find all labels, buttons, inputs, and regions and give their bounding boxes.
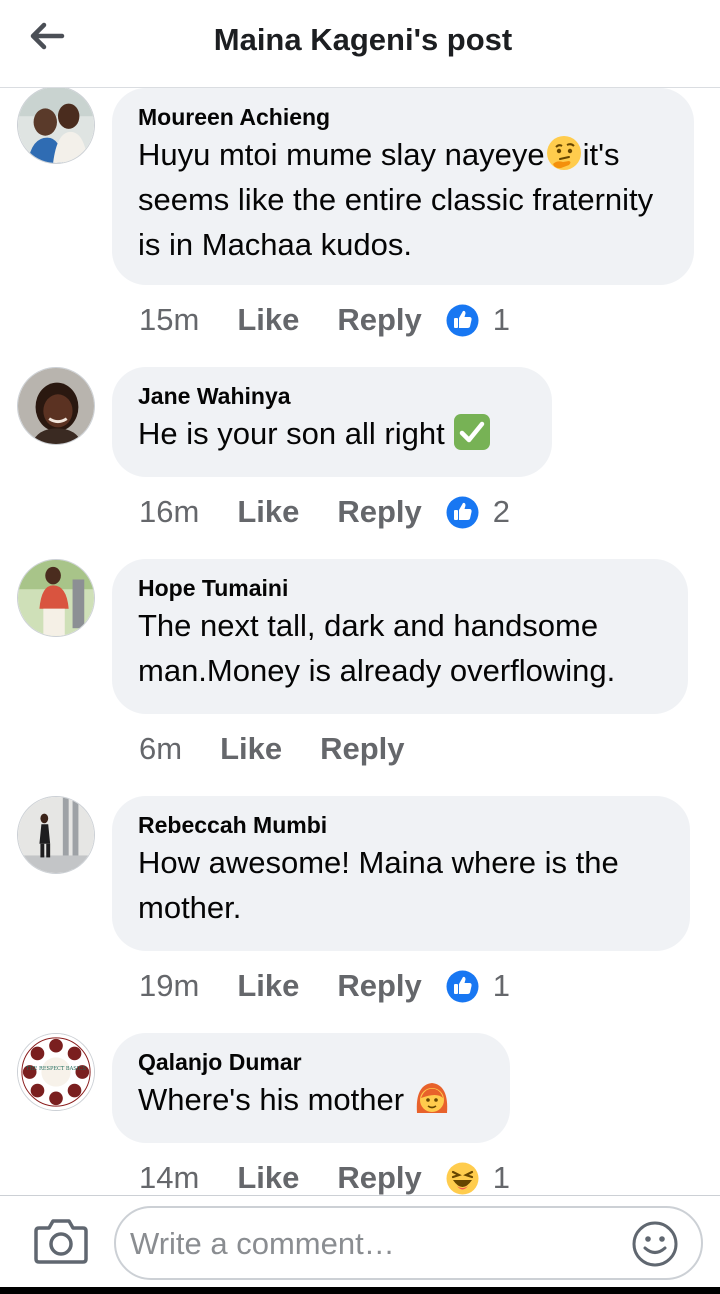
comment-composer [0,1195,720,1287]
reaction-count[interactable]: 1 [493,302,510,338]
profile-photo [18,797,94,873]
comment-text: Huyu mtoi mume slay nayeye it's seems lik… [138,132,668,267]
comment-text-part: Huyu mtoi mume slay nayeye [138,137,545,172]
like-reaction-icon[interactable] [446,970,479,1003]
comment-text-part: Where's his mother [138,1082,405,1117]
profile-photo [18,368,94,444]
avatar[interactable] [17,559,95,637]
like-reaction-icon[interactable] [446,496,479,529]
comment-input-box[interactable] [114,1206,703,1280]
avatar[interactable]: THE RESPECT BASICS [17,1033,95,1111]
like-button[interactable]: Like [237,302,299,338]
woman-face-icon [413,1079,451,1117]
thinking-face-icon [545,134,583,172]
check-mark-icon [453,413,491,451]
profile-photo [18,88,94,163]
smiley-icon [632,1221,678,1267]
like-button[interactable]: Like [237,1160,299,1195]
like-button[interactable]: Like [237,494,299,530]
comment-actions: 15m Like Reply 1 [139,300,510,340]
reply-button[interactable]: Reply [337,302,421,338]
comment-text: How awesome! Maina where is the mother. [138,845,619,925]
camera-button[interactable] [33,1214,89,1266]
camera-icon [34,1219,88,1264]
comment-bubble[interactable]: Moureen Achieng Huyu mtoi mume slay naye… [112,88,694,285]
top-bar: Maina Kageni's post [0,0,720,88]
reply-button[interactable]: Reply [337,1160,421,1195]
reply-button[interactable]: Reply [337,968,421,1004]
comment-text-part: He is your son all right [138,416,445,451]
like-button[interactable]: Like [237,968,299,1004]
haha-reaction-icon[interactable] [446,1162,479,1195]
comment-text: The next tall, dark and handsome man.Mon… [138,608,616,688]
reaction-count[interactable]: 2 [493,494,510,530]
comment-bubble[interactable]: Jane Wahinya He is your son all right [112,367,552,477]
comment-author[interactable]: Qalanjo Dumar [138,1047,484,1077]
comment-bubble[interactable]: Hope Tumaini The next tall, dark and han… [112,559,688,714]
comment-author[interactable]: Hope Tumaini [138,573,662,603]
reaction-count[interactable]: 1 [493,968,510,1004]
reaction-count[interactable]: 1 [493,1160,510,1195]
system-nav-bar [0,1287,720,1294]
comment-time[interactable]: 16m [139,494,199,530]
reply-button[interactable]: Reply [337,494,421,530]
comment-list: Moureen Achieng Huyu mtoi mume slay naye… [0,88,720,1195]
comment-input[interactable] [130,1224,620,1264]
comment-time[interactable]: 14m [139,1160,199,1195]
comment-actions: 14m Like Reply 1 [139,1158,510,1195]
comment-author[interactable]: Moureen Achieng [138,102,668,132]
profile-photo [18,560,94,636]
comment-bubble[interactable]: Rebeccah Mumbi How awesome! Maina where … [112,796,690,951]
reply-button[interactable]: Reply [320,731,404,767]
comment-time[interactable]: 19m [139,968,199,1004]
respect-basics-logo: THE RESPECT BASICS [18,1034,94,1110]
comment-author[interactable]: Jane Wahinya [138,381,526,411]
logo-text: THE RESPECT BASICS [26,1066,87,1072]
avatar[interactable] [17,367,95,445]
emoji-button[interactable] [631,1220,679,1268]
comment-time[interactable]: 15m [139,302,199,338]
comment-actions: 19m Like Reply 1 [139,966,510,1006]
comment-text: He is your son all right [138,411,526,456]
comment-actions: 6m Like Reply [139,729,429,769]
like-reaction-icon[interactable] [446,304,479,337]
page-title: Maina Kageni's post [213,22,513,57]
avatar[interactable] [17,796,95,874]
avatar[interactable] [17,88,95,164]
comment-actions: 16m Like Reply 2 [139,492,510,532]
comment-bubble[interactable]: Qalanjo Dumar Where's his mother [112,1033,510,1143]
comment-text: Where's his mother [138,1077,484,1122]
like-button[interactable]: Like [220,731,282,767]
comment-author[interactable]: Rebeccah Mumbi [138,810,664,840]
comment-time[interactable]: 6m [139,731,182,767]
